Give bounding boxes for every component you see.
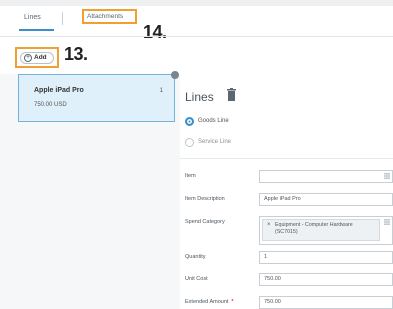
line-card-count: 1: [159, 88, 163, 94]
item-field[interactable]: [259, 170, 393, 183]
tab-attachments[interactable]: Attachments: [82, 9, 137, 24]
remove-line-icon[interactable]: [171, 71, 179, 79]
callout-attachments: 14.: [143, 22, 167, 42]
unit-cost-value: 750.00: [264, 276, 281, 282]
required-marker: *: [231, 299, 234, 305]
goods-line-label: Goods Line: [198, 118, 229, 124]
callout-add: 13.: [64, 44, 88, 64]
detail-heading: Lines: [185, 90, 214, 104]
tab-lines[interactable]: Lines: [24, 14, 41, 21]
item-description-value: Apple iPad Pro: [264, 196, 301, 202]
item-description-label: Item Description: [185, 196, 225, 202]
top-band: [0, 0, 393, 6]
line-card[interactable]: Apple iPad Pro 1 750.00 USD: [18, 74, 175, 122]
list-icon[interactable]: [384, 219, 390, 225]
goods-line-radio[interactable]: [185, 117, 194, 126]
trash-icon[interactable]: [227, 88, 236, 101]
active-tab-indicator: [19, 29, 54, 31]
form-divider: [180, 158, 393, 159]
spend-category-value: Equipment - Computer Hardware (SC7015): [275, 222, 353, 235]
add-highlight-box: + Add: [15, 47, 59, 68]
extended-amount-field[interactable]: 750.00: [259, 296, 393, 309]
line-card-title: Apple iPad Pro: [34, 87, 84, 94]
spend-category-label: Spend Category: [185, 219, 225, 225]
unit-cost-label: Unit Cost: [185, 276, 208, 282]
quantity-label: Quantity: [185, 254, 206, 260]
spend-category-pill[interactable]: × Equipment - Computer Hardware (SC7015): [262, 219, 380, 241]
quantity-field[interactable]: 1: [259, 251, 393, 264]
tab-divider: [62, 12, 63, 25]
tabs-divider-line: [0, 36, 393, 37]
extended-amount-label: Extended Amount: [185, 299, 229, 305]
extended-amount-label-row: Extended Amount *: [185, 299, 234, 305]
list-icon[interactable]: [384, 173, 390, 179]
add-button[interactable]: + Add: [20, 52, 54, 64]
unit-cost-field[interactable]: 750.00: [259, 273, 393, 286]
plus-circle-icon: +: [24, 54, 32, 62]
remove-x-icon[interactable]: ×: [267, 222, 271, 229]
service-line-label: Service Line: [198, 139, 232, 145]
item-description-field[interactable]: Apple iPad Pro: [259, 193, 393, 206]
item-label: Item: [185, 173, 196, 179]
quantity-value: 1: [264, 254, 268, 260]
service-line-radio[interactable]: [185, 138, 194, 147]
extended-amount-value: 750.00: [264, 299, 281, 305]
line-card-price: 750.00 USD: [34, 102, 67, 108]
add-button-label: Add: [34, 54, 47, 61]
